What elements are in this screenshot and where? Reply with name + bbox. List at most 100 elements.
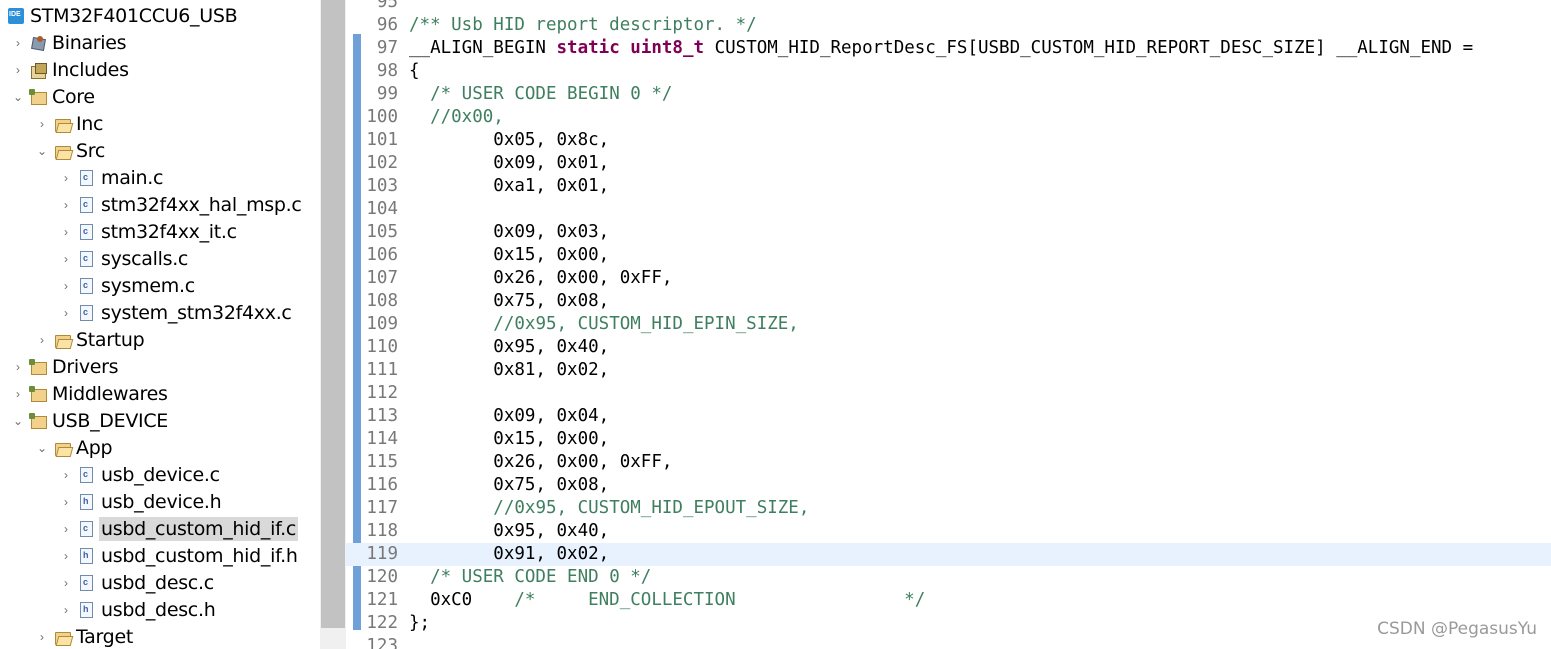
code-line[interactable]: 119 0x91, 0x02, — [346, 543, 1551, 566]
chevron-right-icon[interactable]: › — [60, 461, 72, 488]
tree-item-core[interactable]: ⌄ Core — [12, 83, 320, 110]
tree-item-file-selected[interactable]: › usbd_custom_hid_if.c — [60, 515, 320, 542]
folder-icon — [54, 440, 71, 456]
chevron-right-icon[interactable]: › — [12, 380, 24, 407]
code-line[interactable]: 101 0x05, 0x8c, — [346, 129, 1551, 152]
chevron-right-icon[interactable]: › — [60, 515, 72, 542]
code-line[interactable]: 110 0x95, 0x40, — [346, 336, 1551, 359]
code-text: 0x09, 0x03, — [409, 222, 610, 242]
tree-item-file[interactable]: › syscalls.c — [60, 245, 320, 272]
chevron-right-icon[interactable]: › — [60, 164, 72, 191]
tree-item-usb-device[interactable]: ⌄ USB_DEVICE — [12, 407, 320, 434]
chevron-down-icon[interactable]: ⌄ — [12, 83, 24, 110]
code-line[interactable]: 111 0x81, 0x02, — [346, 359, 1551, 382]
tree-item-file[interactable]: › usbd_desc.c — [60, 569, 320, 596]
tree-item-label: stm32f4xx_it.c — [101, 220, 237, 243]
code-line[interactable]: 96 /** Usb HID report descriptor. */ — [346, 14, 1551, 37]
code-line[interactable]: 99 /* USER CODE BEGIN 0 */ — [346, 83, 1551, 106]
line-number: 121 — [366, 590, 398, 610]
line-number: 112 — [366, 383, 398, 403]
tree-item-label: Core — [52, 85, 95, 108]
tree-item-label: Inc — [76, 112, 104, 135]
code-line[interactable]: 108 0x75, 0x08, — [346, 290, 1551, 313]
code-text: /* USER CODE END 0 */ — [430, 567, 652, 587]
code-line[interactable]: 102 0x09, 0x01, — [346, 152, 1551, 175]
tree-item-file[interactable]: › sysmem.c — [60, 272, 320, 299]
tree-item-project[interactable]: STM32F401CCU6_USB — [8, 2, 320, 29]
code-line[interactable]: 112 — [346, 382, 1551, 405]
code-line[interactable]: 117 //0x95, CUSTOM_HID_EPOUT_SIZE, — [346, 497, 1551, 520]
code-line[interactable]: 115 0x26, 0x00, 0xFF, — [346, 451, 1551, 474]
code-line[interactable]: 95 — [346, 0, 1551, 14]
chevron-right-icon[interactable]: › — [60, 218, 72, 245]
chevron-right-icon[interactable]: › — [12, 29, 24, 56]
chevron-right-icon[interactable]: › — [60, 272, 72, 299]
chevron-right-icon[interactable]: › — [60, 191, 72, 218]
code-line[interactable]: 118 0x95, 0x40, — [346, 520, 1551, 543]
code-line[interactable]: 109 //0x95, CUSTOM_HID_EPIN_SIZE, — [346, 313, 1551, 336]
line-number: 109 — [366, 314, 398, 334]
c-file-icon — [80, 277, 93, 294]
tree-item-target[interactable]: › Target — [36, 623, 320, 649]
line-number: 111 — [366, 360, 398, 380]
code-line[interactable]: 122}; — [346, 612, 1551, 635]
code-line[interactable]: 116 0x75, 0x08, — [346, 474, 1551, 497]
code-line[interactable]: 105 0x09, 0x03, — [346, 221, 1551, 244]
chevron-right-icon[interactable]: › — [60, 569, 72, 596]
chevron-right-icon[interactable]: › — [12, 56, 24, 83]
folder-icon — [54, 116, 71, 132]
chevron-down-icon[interactable]: ⌄ — [36, 434, 48, 461]
code-text: 0x05, 0x8c, — [409, 130, 610, 150]
code-line[interactable]: 120 /* USER CODE END 0 */ — [346, 566, 1551, 589]
chevron-right-icon[interactable]: › — [60, 245, 72, 272]
chevron-right-icon[interactable]: › — [60, 299, 72, 326]
chevron-right-icon[interactable]: › — [36, 110, 48, 137]
tree-item-src[interactable]: ⌄ Src — [36, 137, 320, 164]
code-line[interactable]: 123 — [346, 635, 1551, 649]
tree-item-file[interactable]: › stm32f4xx_it.c — [60, 218, 320, 245]
tree-item-binaries[interactable]: › Binaries — [12, 29, 320, 56]
tree-item-drivers[interactable]: › Drivers — [12, 353, 320, 380]
code-editor[interactable]: 95 96 /** Usb HID report descriptor. */ 97 _… — [346, 0, 1551, 649]
line-number: 102 — [366, 153, 398, 173]
code-line[interactable]: 100 //0x00, — [346, 106, 1551, 129]
tree-item-middlewares[interactable]: › Middlewares — [12, 380, 320, 407]
tree-item-file[interactable]: › usb_device.h — [60, 488, 320, 515]
line-number: 108 — [366, 291, 398, 311]
chevron-right-icon[interactable]: › — [36, 623, 48, 649]
chevron-right-icon[interactable]: › — [60, 488, 72, 515]
chevron-down-icon[interactable]: ⌄ — [12, 407, 24, 434]
code-text: 0x95, 0x40, — [409, 521, 610, 541]
chevron-right-icon[interactable]: › — [60, 596, 72, 623]
code-line[interactable]: 113 0x09, 0x04, — [346, 405, 1551, 428]
tree-item-label: Startup — [76, 328, 145, 351]
code-line[interactable]: 103 0xa1, 0x01, — [346, 175, 1551, 198]
line-number: 113 — [366, 406, 398, 426]
tree-item-file[interactable]: › usb_device.c — [60, 461, 320, 488]
line-number: 98 — [376, 61, 398, 81]
tree-item-file[interactable]: › main.c — [60, 164, 320, 191]
code-line[interactable]: 114 0x15, 0x00, — [346, 428, 1551, 451]
chevron-right-icon[interactable]: › — [36, 326, 48, 353]
tree-item-file[interactable]: › system_stm32f4xx.c — [60, 299, 320, 326]
tree-item-file[interactable]: › usbd_desc.h — [60, 596, 320, 623]
code-line[interactable]: 107 0x26, 0x00, 0xFF, — [346, 267, 1551, 290]
tree-item-file[interactable]: › stm32f4xx_hal_msp.c — [60, 191, 320, 218]
chevron-down-icon[interactable]: ⌄ — [36, 137, 48, 164]
code-line[interactable]: 98 { — [346, 60, 1551, 83]
c-file-icon — [80, 466, 93, 483]
code-line[interactable]: 104 — [346, 198, 1551, 221]
line-number: 117 — [366, 498, 398, 518]
tree-item-includes[interactable]: › Includes — [12, 56, 320, 83]
scrollbar-thumb[interactable] — [321, 0, 345, 628]
code-line[interactable]: 106 0x15, 0x00, — [346, 244, 1551, 267]
tree-item-startup[interactable]: › Startup — [36, 326, 320, 353]
tree-item-app[interactable]: ⌄ App — [36, 434, 320, 461]
tree-item-file[interactable]: › usbd_custom_hid_if.h — [60, 542, 320, 569]
code-line[interactable]: 121 0xC0 /* END_COLLECTION */ — [346, 589, 1551, 612]
explorer-scrollbar[interactable] — [320, 0, 346, 649]
code-line[interactable]: 97 __ALIGN_BEGIN static uint8_t CUSTOM_HI… — [346, 37, 1551, 60]
chevron-right-icon[interactable]: › — [12, 353, 24, 380]
chevron-right-icon[interactable]: › — [60, 542, 72, 569]
tree-item-inc[interactable]: › Inc — [36, 110, 320, 137]
